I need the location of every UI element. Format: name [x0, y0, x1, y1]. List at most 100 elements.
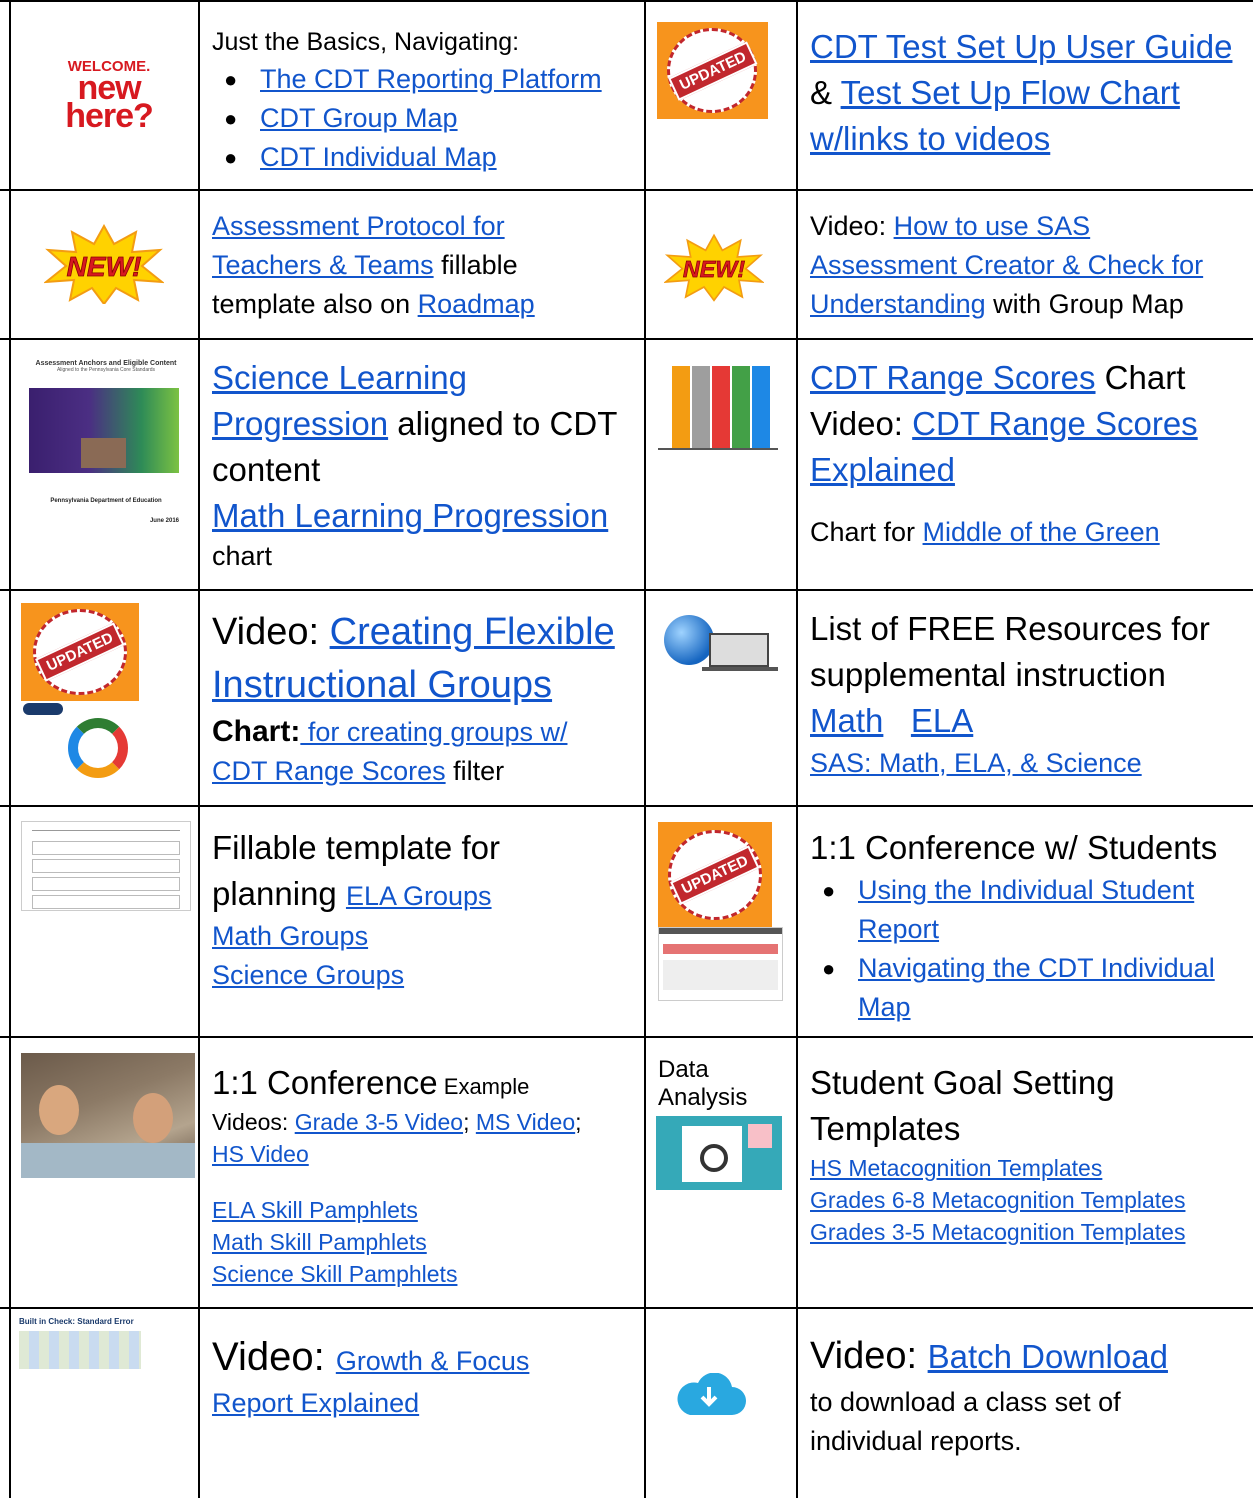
- video-label: Video:: [810, 211, 894, 241]
- instructional-groups-link[interactable]: Instructional Groups: [212, 664, 552, 706]
- free-resources-text: List of FREE Resources for: [810, 610, 1210, 647]
- batch-download-link[interactable]: Batch Download: [928, 1338, 1168, 1375]
- basics-heading: Just the Basics, Navigating:: [212, 28, 520, 56]
- video-label: Video:: [212, 611, 330, 653]
- conference-photo-cell: [11, 1038, 198, 1307]
- conference-examples-cell: 1:1 Conference Example Videos: Grade 3-5…: [212, 1060, 642, 1290]
- fillable-template-cell: Fillable template for planning ELA Group…: [212, 825, 642, 995]
- science-progression-link[interactable]: Science Learning: [212, 359, 467, 396]
- science-progression-link-2[interactable]: Progression: [212, 405, 388, 442]
- new-burst-icon: NEW!: [664, 233, 764, 302]
- grades-3-5-metacognition-link[interactable]: Grades 3-5 Metacognition Templates: [810, 1219, 1185, 1245]
- batch-description-2: individual reports.: [810, 1426, 1022, 1456]
- protocol-text: fillable: [433, 250, 518, 280]
- protocol-text-2: template also on: [212, 289, 418, 319]
- individual-report-link-2[interactable]: Report: [858, 914, 939, 944]
- video-label: Video:: [212, 1335, 336, 1379]
- middle-green-link[interactable]: Middle of the Green: [923, 517, 1160, 547]
- sas-how-to-link[interactable]: How to use SAS: [894, 211, 1091, 241]
- resource-table: WELCOME. new here? Just the Basics, Navi…: [0, 0, 1253, 1498]
- math-pamphlets-link[interactable]: Math Skill Pamphlets: [212, 1229, 427, 1255]
- basics-link-list: The CDT Reporting Platform CDT Group Map…: [212, 60, 642, 177]
- planning-text: planning: [212, 875, 346, 912]
- basics-cell: Just the Basics, Navigating: The CDT Rep…: [212, 24, 642, 177]
- creating-groups-link[interactable]: for creating groups w/: [300, 717, 568, 747]
- growth-thumb-cell: Built in Check: Standard Error: [11, 1309, 198, 1498]
- doc-subtitle: Aligned to the Pennsylvania Core Standar…: [56, 367, 156, 373]
- updated-stamp-image: UPDATED: [21, 603, 139, 701]
- chart-label: Chart: [1095, 359, 1186, 396]
- assessment-protocol-link[interactable]: Assessment Protocol for: [212, 211, 505, 241]
- list-item: CDT Individual Map: [212, 138, 642, 177]
- conference-link-list: Using the Individual Student Report Navig…: [810, 871, 1250, 1027]
- range-scores-link[interactable]: CDT Range Scores: [810, 359, 1096, 396]
- ela-pamphlets-link[interactable]: ELA Skill Pamphlets: [212, 1197, 418, 1223]
- conference-photo: [21, 1053, 195, 1178]
- math-progression-link[interactable]: Math Learning Progression: [212, 497, 608, 534]
- batch-download-cell: Video: Batch Download to download a clas…: [810, 1330, 1250, 1461]
- roadmap-link[interactable]: Roadmap: [418, 289, 535, 319]
- welcome-new-here-image: WELCOME. new here?: [65, 58, 154, 135]
- data-analysis-cell: Data Analysis: [646, 1038, 796, 1307]
- filter-text: filter: [445, 756, 505, 786]
- globe-laptop-image: [664, 615, 779, 675]
- conference-image-cell: UPDATED: [646, 807, 796, 1036]
- data-analysis-illustration: [656, 1116, 782, 1190]
- individual-report-link[interactable]: Using the Individual Student: [858, 875, 1194, 905]
- protocol-cell: Assessment Protocol for Teachers & Teams…: [212, 207, 642, 324]
- doc-footer: Pennsylvania Department of Education: [50, 498, 162, 504]
- growth-focus-link[interactable]: Growth & Focus: [336, 1346, 530, 1376]
- doc-title: Assessment Anchors and Eligible Content: [35, 360, 177, 367]
- math-groups-link[interactable]: Math Groups: [212, 921, 368, 951]
- supplemental-text: supplemental instruction: [810, 656, 1166, 693]
- separator-text: ;: [575, 1109, 582, 1135]
- ms-video-link[interactable]: MS Video: [476, 1109, 575, 1135]
- growth-focus-report-link[interactable]: Report Explained: [212, 1388, 419, 1418]
- group-map-link[interactable]: CDT Group Map: [260, 103, 458, 133]
- hs-metacognition-link[interactable]: HS Metacognition Templates: [810, 1155, 1102, 1181]
- sas-understanding-link[interactable]: Understanding: [810, 289, 986, 319]
- updated-stamp-image: UPDATED: [658, 822, 772, 927]
- batch-description: to download a class set of: [810, 1387, 1121, 1417]
- assessment-protocol-link-2[interactable]: Teachers & Teams: [212, 250, 434, 280]
- reporting-platform-link[interactable]: The CDT Reporting Platform: [260, 64, 602, 94]
- sas-resources-link[interactable]: SAS: Math, ELA, & Science: [810, 748, 1142, 778]
- science-groups-link[interactable]: Science Groups: [212, 960, 404, 990]
- science-pamphlets-link[interactable]: Science Skill Pamphlets: [212, 1261, 457, 1287]
- flexible-groups-link[interactable]: Creating Flexible: [330, 611, 615, 653]
- grades-6-8-metacognition-link[interactable]: Grades 6-8 Metacognition Templates: [810, 1187, 1185, 1213]
- videos-label: Videos:: [212, 1109, 295, 1135]
- chart-bold-label: Chart:: [212, 715, 301, 748]
- individual-report-screenshot: [658, 927, 783, 1001]
- range-explained-link-2[interactable]: Explained: [810, 451, 955, 488]
- conference-title: 1:1 Conference: [212, 1064, 438, 1101]
- navigating-individual-map-link-2[interactable]: Map: [858, 992, 911, 1022]
- flow-chart-videos-link[interactable]: w/links to videos: [810, 120, 1050, 157]
- flow-chart-link[interactable]: Test Set Up Flow Chart: [841, 74, 1180, 111]
- flex-groups-cell: Video: Creating Flexible Instructional G…: [212, 606, 642, 791]
- content-text: content: [212, 451, 321, 488]
- list-item: Navigating the CDT Individual Map: [810, 949, 1250, 1027]
- grade-3-5-video-link[interactable]: Grade 3-5 Video: [295, 1109, 463, 1135]
- video-label: Video:: [810, 1335, 928, 1377]
- svg-text:NEW!: NEW!: [683, 256, 745, 282]
- new-cell-1: NEW!: [11, 191, 198, 338]
- range-scores-filter-link[interactable]: CDT Range Scores: [212, 756, 446, 786]
- range-explained-link[interactable]: CDT Range Scores: [912, 405, 1198, 442]
- pa-assessment-document-thumbnail: Assessment Anchors and Eligible Content …: [21, 348, 191, 558]
- ela-resources-link[interactable]: ELA: [911, 702, 973, 739]
- sas-assessment-creator-link[interactable]: Assessment Creator & Check for: [810, 250, 1203, 280]
- individual-map-link[interactable]: CDT Individual Map: [260, 142, 497, 172]
- ela-groups-link[interactable]: ELA Groups: [346, 881, 492, 911]
- free-resources-cell: List of FREE Resources for supplemental …: [810, 606, 1250, 783]
- math-resources-link[interactable]: Math: [810, 702, 883, 739]
- column-divider: [198, 0, 200, 1498]
- standard-error-thumbnail: Built in Check: Standard Error: [19, 1317, 141, 1377]
- navigating-individual-map-link[interactable]: Navigating the CDT Individual: [858, 953, 1215, 983]
- test-setup-guide-link[interactable]: CDT Test Set Up User Guide: [810, 28, 1232, 65]
- hs-video-link[interactable]: HS Video: [212, 1141, 309, 1167]
- range-chart-cell: [646, 340, 796, 589]
- chart-text: chart: [212, 541, 273, 571]
- data-analysis-label: Data Analysis: [658, 1056, 748, 1111]
- new-cell-2: NEW!: [646, 191, 796, 338]
